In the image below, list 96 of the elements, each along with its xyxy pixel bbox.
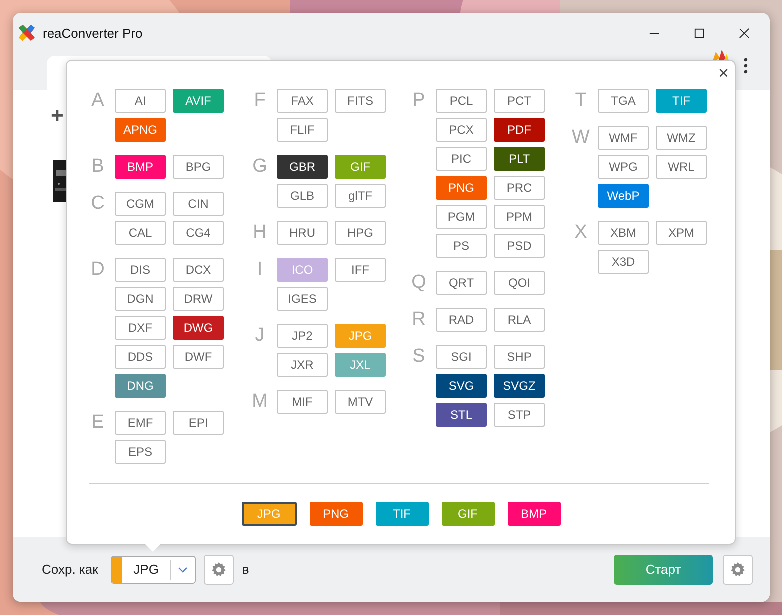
format-button[interactable]: JP2 — [277, 324, 328, 348]
format-button[interactable]: DNG — [115, 374, 166, 398]
group-letter: A — [90, 89, 106, 113]
save-as-label: Сохр. как — [42, 562, 98, 577]
format-button[interactable]: GLB — [277, 184, 328, 208]
format-button[interactable]: MTV — [335, 390, 386, 414]
format-button[interactable]: PNG — [436, 176, 487, 200]
format-button[interactable]: glTF — [335, 184, 386, 208]
group-letter: H — [252, 221, 268, 245]
format-button[interactable]: PIC — [436, 147, 487, 171]
format-button[interactable]: APNG — [115, 118, 166, 142]
format-button[interactable]: STL — [436, 403, 487, 427]
format-button[interactable]: DWG — [173, 316, 224, 340]
group-letter: X — [574, 221, 588, 245]
format-button[interactable]: XPM — [656, 221, 707, 245]
group-letter: P — [412, 89, 426, 113]
group-letter: E — [90, 411, 106, 435]
format-button[interactable]: PS — [436, 234, 487, 258]
format-button[interactable]: HRU — [277, 221, 328, 245]
format-button[interactable]: PDF — [494, 118, 545, 142]
group-letter: S — [412, 345, 426, 369]
group-letter: Q — [410, 271, 428, 295]
format-value: JPG — [122, 560, 172, 580]
format-button[interactable]: BMP — [115, 155, 166, 179]
format-button[interactable]: RAD — [436, 308, 487, 332]
group-letter: F — [253, 89, 267, 113]
format-button[interactable]: PCX — [436, 118, 487, 142]
format-button[interactable]: GBR — [277, 155, 328, 179]
format-button[interactable]: PNG — [310, 502, 362, 526]
format-button[interactable]: TGA — [598, 89, 649, 113]
format-button[interactable]: PCT — [494, 89, 545, 113]
format-button[interactable]: JXR — [277, 353, 328, 377]
group-letter: W — [571, 126, 591, 150]
format-button[interactable]: WRL — [656, 155, 707, 179]
format-button[interactable]: DWF — [173, 345, 224, 369]
format-button[interactable]: IFF — [335, 258, 386, 282]
format-button[interactable]: DCX — [173, 258, 224, 282]
format-button[interactable]: CG4 — [173, 221, 224, 245]
format-button[interactable]: RLA — [494, 308, 545, 332]
format-button[interactable]: STP — [494, 403, 545, 427]
format-button[interactable]: PCL — [436, 89, 487, 113]
format-button[interactable]: CAL — [115, 221, 166, 245]
group-letter: G — [252, 155, 268, 179]
group-letter: C — [90, 192, 106, 216]
format-button[interactable]: TIF — [376, 502, 428, 526]
format-button[interactable]: XBM — [598, 221, 649, 245]
format-button[interactable]: WPG — [598, 155, 649, 179]
format-button[interactable]: PPM — [494, 205, 545, 229]
group-letter: T — [574, 89, 588, 113]
format-button[interactable]: DIS — [115, 258, 166, 282]
format-button[interactable]: SVGZ — [494, 374, 545, 398]
format-button[interactable]: SGI — [436, 345, 487, 369]
format-button[interactable]: EPI — [173, 411, 224, 435]
format-button[interactable]: X3D — [598, 250, 649, 274]
format-button[interactable]: MIF — [277, 390, 328, 414]
format-button[interactable]: BPG — [173, 155, 224, 179]
group-letter: R — [411, 308, 427, 332]
close-button[interactable]: × — [718, 63, 729, 83]
format-button[interactable]: DDS — [115, 345, 166, 369]
group-letter: J — [254, 324, 266, 348]
format-button[interactable]: PRC — [494, 176, 545, 200]
format-button[interactable]: CIN — [173, 192, 224, 216]
format-button[interactable]: FITS — [335, 89, 386, 113]
format-button[interactable]: SVG — [436, 374, 487, 398]
format-button[interactable]: AVIF — [173, 89, 224, 113]
format-button[interactable]: HPG — [335, 221, 386, 245]
group-letter: D — [90, 258, 106, 282]
format-dropdown[interactable]: JPG — [111, 556, 196, 584]
add-button[interactable]: + — [51, 103, 64, 129]
group-letter: I — [256, 258, 264, 282]
destination-label: в — [242, 562, 250, 577]
format-button[interactable]: BMP — [508, 502, 560, 526]
group-letter: B — [90, 155, 106, 179]
format-button[interactable]: PLT — [494, 147, 545, 171]
start-button[interactable]: Старт — [614, 554, 713, 584]
format-button[interactable]: DRW — [173, 287, 224, 311]
format-button[interactable]: QOI — [494, 271, 545, 295]
format-button[interactable]: EPS — [115, 440, 166, 464]
format-button[interactable]: IGES — [277, 287, 328, 311]
format-button[interactable]: WMZ — [656, 126, 707, 150]
format-button[interactable]: PGM — [436, 205, 487, 229]
format-button[interactable]: WebP — [598, 184, 649, 208]
format-button[interactable]: DGN — [115, 287, 166, 311]
format-button[interactable]: QRT — [436, 271, 487, 295]
format-button[interactable]: FLIF — [277, 118, 328, 142]
format-button[interactable]: EMF — [115, 411, 166, 435]
format-button[interactable]: AI — [115, 89, 166, 113]
format-button[interactable]: PSD — [494, 234, 545, 258]
format-button[interactable]: FAX — [277, 89, 328, 113]
group-letter: M — [251, 390, 269, 414]
format-button[interactable]: CGM — [115, 192, 166, 216]
window-title: reaConverter Pro — [43, 26, 143, 40]
format-button[interactable]: SHP — [494, 345, 545, 369]
format-button[interactable]: TIF — [656, 89, 707, 113]
format-button[interactable]: DXF — [115, 316, 166, 340]
format-button[interactable]: WMF — [598, 126, 649, 150]
